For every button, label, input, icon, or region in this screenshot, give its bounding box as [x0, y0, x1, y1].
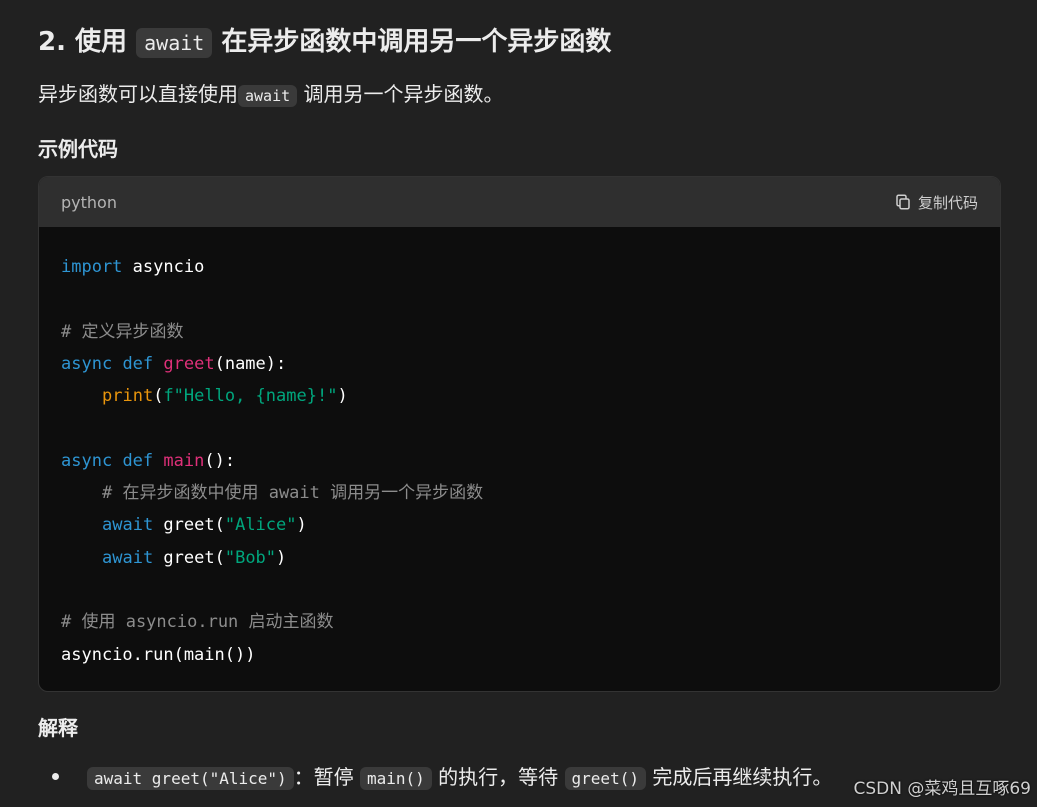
bullet-dot — [52, 773, 59, 780]
code-line: async def greet(name): — [61, 353, 287, 374]
inline-code: await greet("Alice") — [87, 767, 294, 790]
code-header: python 复制代码 — [39, 177, 1000, 227]
inline-code: greet() — [564, 767, 646, 790]
code-body: import asyncio # 定义异步函数 async def greet(na… — [39, 227, 1000, 671]
copy-code-label: 复制代码 — [917, 193, 978, 212]
code-line: # 定义异步函数 — [61, 321, 184, 342]
code-line: import asyncio — [61, 257, 205, 277]
code-line: # 使用 asyncio.run 启动主函数 — [61, 612, 334, 633]
explain-title: 解释 — [38, 716, 78, 740]
code-line: print(f"Hello, {name}!") — [102, 386, 348, 407]
code-line: asyncio.run(main()) — [61, 644, 256, 665]
inline-code: await — [238, 85, 298, 107]
example-title: 示例代码 — [38, 137, 118, 161]
copy-icon — [896, 194, 910, 210]
watermark: CSDN @菜鸡且互啄69 — [853, 779, 1031, 799]
description: 异步函数可以直接使用 await 调用另一个异步函数。 — [38, 82, 504, 107]
code-line: await greet("Alice") — [102, 515, 307, 536]
section-title: 2. 使用 await 在异步函数中调用另一个异步函数 — [38, 27, 612, 58]
inline-code: main() — [360, 767, 432, 790]
code-line: await greet("Bob") — [102, 547, 287, 568]
copy-code-button[interactable]: 复制代码 — [894, 192, 978, 213]
code-line: async def main(): — [61, 450, 236, 471]
code-language: python — [61, 192, 117, 212]
code-line: # 在异步函数中使用 await 调用另一个异步函数 — [102, 483, 484, 504]
code-block: python 复制代码 import asyncio # 定义异步函数 async … — [38, 176, 1001, 692]
inline-code: await — [136, 28, 213, 58]
